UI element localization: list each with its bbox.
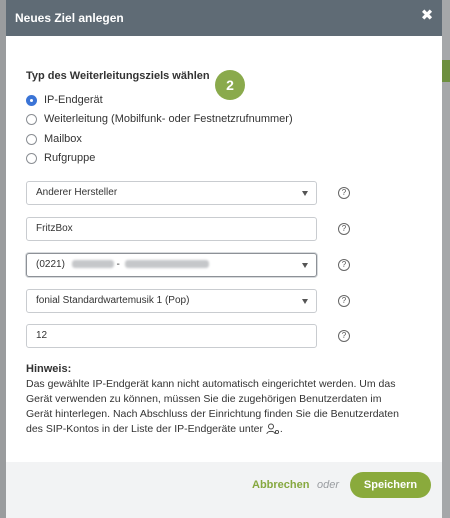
dialog-header: Neues Ziel anlegen ✖: [6, 0, 442, 36]
radio-mailbox[interactable]: Mailbox: [26, 131, 82, 147]
number-prefix: (0221): [36, 259, 65, 270]
step-badge: 2: [215, 70, 245, 100]
help-icon[interactable]: ?: [338, 295, 350, 307]
hint-text: Das gewählte IP-Endgerät kann nicht auto…: [26, 378, 399, 435]
save-button[interactable]: Speichern: [350, 472, 431, 498]
radio-button[interactable]: [26, 133, 37, 145]
help-icon[interactable]: ?: [338, 223, 350, 235]
manufacturer-select[interactable]: Anderer Hersteller: [26, 181, 317, 205]
radio-ip-device[interactable]: IP-Endgerät: [26, 92, 103, 108]
close-icon[interactable]: ✖: [420, 8, 434, 23]
help-icon[interactable]: ?: [338, 259, 350, 271]
device-name-input[interactable]: FritzBox: [26, 217, 317, 241]
new-target-dialog: Neues Ziel anlegen ✖ Typ des Weiterleitu…: [6, 0, 442, 518]
dialog-footer: Abbrechen oder Speichern: [6, 462, 442, 518]
redacted-number: [124, 260, 209, 269]
user-settings-icon[interactable]: [266, 423, 280, 435]
radio-button[interactable]: [26, 94, 37, 106]
dialog-title: Neues Ziel anlegen: [15, 11, 124, 25]
ring-duration-input[interactable]: 12: [26, 324, 317, 348]
cancel-button[interactable]: Abbrechen: [252, 479, 309, 491]
help-icon[interactable]: ?: [338, 330, 350, 342]
radio-button[interactable]: [26, 113, 37, 125]
radio-label: Rufgruppe: [44, 152, 96, 164]
radio-button[interactable]: [26, 152, 37, 164]
radio-label: IP-Endgerät: [44, 94, 103, 106]
hint-body: Das gewählte IP-Endgerät kann nicht auto…: [26, 378, 399, 435]
hold-music-select[interactable]: fonial Standardwartemusik 1 (Pop): [26, 289, 317, 313]
radio-label: Weiterleitung (Mobilfunk- oder Festnetzr…: [44, 113, 293, 125]
radio-label: Mailbox: [44, 133, 82, 145]
help-icon[interactable]: ?: [338, 187, 350, 199]
or-label: oder: [317, 479, 340, 491]
backdrop-accent: [442, 60, 450, 82]
radio-forwarding[interactable]: Weiterleitung (Mobilfunk- oder Festnetzr…: [26, 111, 293, 127]
number-separator: -: [116, 259, 120, 270]
phone-number-select[interactable]: (0221) -: [26, 253, 317, 277]
hint-title: Hinweis:: [26, 363, 72, 375]
redacted-number: [71, 260, 114, 269]
section-title: Typ des Weiterleitungsziels wählen: [26, 70, 210, 82]
radio-ring-group[interactable]: Rufgruppe: [26, 150, 95, 166]
